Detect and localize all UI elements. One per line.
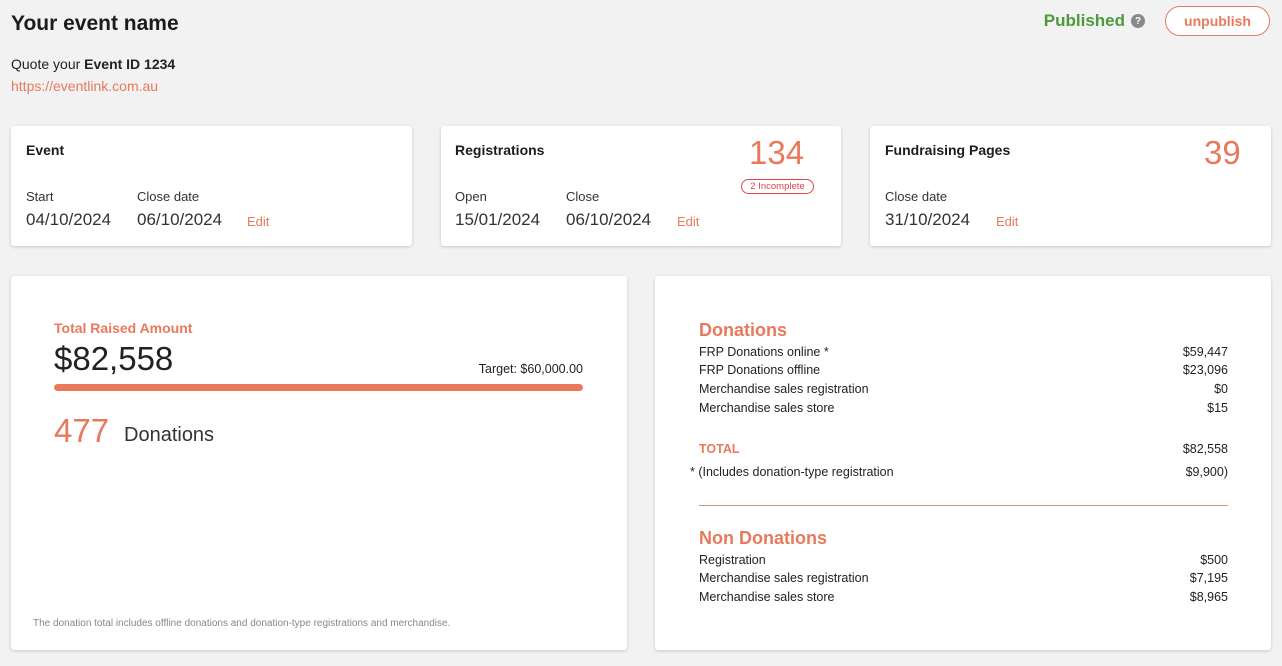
registrations-edit-link[interactable]: Edit — [677, 214, 699, 229]
donations-count: 477 — [54, 412, 110, 449]
row-value: $500 — [1200, 553, 1228, 567]
donations-word: Donations — [124, 424, 215, 446]
help-icon[interactable]: ? — [1131, 14, 1145, 28]
non-donations-section-title: Non Donations — [699, 528, 827, 548]
row-value: $0 — [1214, 382, 1228, 396]
event-card: Event Start 04/10/2024 Close date 06/10/… — [11, 126, 412, 246]
fundraising-pages-count: 39 — [1204, 134, 1241, 171]
unpublish-button[interactable]: unpublish — [1165, 6, 1270, 36]
note-label: * (Includes donation-type registration — [690, 465, 894, 479]
open-date: 15/01/2024 — [455, 210, 541, 229]
start-label: Start — [26, 189, 54, 204]
close-label: Close — [566, 189, 600, 204]
publish-status: Published ? unpublish — [1044, 6, 1270, 36]
close-date: 31/10/2024 — [885, 210, 971, 229]
fundraising-edit-link[interactable]: Edit — [996, 214, 1018, 229]
target-amount: Target: $60,000.00 — [478, 362, 583, 376]
event-edit-link[interactable]: Edit — [247, 214, 269, 229]
quote-prefix: Quote your — [11, 56, 85, 72]
fundraising-pages-card: Fundraising Pages 39 Close date 31/10/20… — [870, 126, 1271, 246]
page-title: Your event name — [11, 12, 179, 35]
table-row: Merchandise sales store $15 — [699, 401, 1228, 415]
table-row: Merchandise sales registration $7,195 — [699, 571, 1228, 585]
close-date: 06/10/2024 — [566, 210, 652, 229]
row-value: $7,195 — [1189, 571, 1228, 585]
total-row: TOTAL $82,558 — [699, 442, 1228, 456]
donation-total-footnote: The donation total includes offline dona… — [33, 618, 451, 629]
row-label: FRP Donations offline — [699, 363, 821, 377]
total-label: TOTAL — [699, 442, 740, 456]
row-value: $15 — [1207, 401, 1228, 415]
total-raised-label: Total Raised Amount — [54, 320, 193, 336]
progress-bar-fill — [54, 384, 583, 391]
row-label: FRP Donations online * — [699, 345, 829, 359]
event-link[interactable]: https://eventlink.com.au — [11, 78, 158, 94]
total-raised-amount: $82,558 — [54, 340, 174, 377]
registrations-card: Registrations 134 2 Incomplete Open 15/0… — [441, 126, 841, 246]
row-value: $8,965 — [1189, 590, 1228, 604]
row-label: Registration — [699, 553, 766, 567]
progress-bar — [54, 384, 583, 391]
table-row: Merchandise sales store $8,965 — [699, 590, 1228, 604]
close-date-label: Close date — [885, 189, 948, 204]
table-row: Registration $500 — [699, 553, 1228, 567]
close-date-label: Close date — [137, 189, 200, 204]
row-label: Merchandise sales registration — [699, 571, 869, 585]
status-published: Published — [1043, 11, 1125, 30]
row-label: Merchandise sales store — [699, 401, 835, 415]
table-row: FRP Donations online * $59,447 — [699, 345, 1228, 359]
total-raised-card: Total Raised Amount $82,558 Target: $60,… — [11, 276, 627, 650]
table-row: Merchandise sales registration $0 — [699, 382, 1228, 396]
row-label: Merchandise sales registration — [699, 382, 869, 396]
start-date: 04/10/2024 — [26, 210, 112, 229]
table-row: FRP Donations offline $23,096 — [699, 363, 1228, 377]
total-value: $82,558 — [1182, 442, 1228, 456]
row-value: $59,447 — [1182, 345, 1228, 359]
includes-note-row: * (Includes donation-type registration $9… — [690, 465, 1228, 479]
breakdown-card: Donations FRP Donations online * $59,447 … — [655, 276, 1271, 650]
open-label: Open — [455, 189, 487, 204]
close-date: 06/10/2024 — [137, 210, 223, 229]
note-value: $9,900) — [1185, 465, 1228, 479]
registrations-count: 134 — [749, 134, 805, 171]
event-id: Event ID 1234 — [84, 56, 176, 72]
row-value: $23,096 — [1182, 363, 1228, 377]
incomplete-badge[interactable]: 2 Incomplete — [741, 179, 814, 194]
fundraising-card-title: Fundraising Pages — [885, 142, 1011, 158]
section-divider — [699, 505, 1228, 506]
registrations-card-title: Registrations — [455, 142, 545, 158]
event-card-title: Event — [26, 142, 65, 158]
row-label: Merchandise sales store — [699, 590, 835, 604]
donations-section-title: Donations — [699, 320, 787, 340]
event-id-line: Quote your Event ID 1234 — [11, 56, 175, 72]
